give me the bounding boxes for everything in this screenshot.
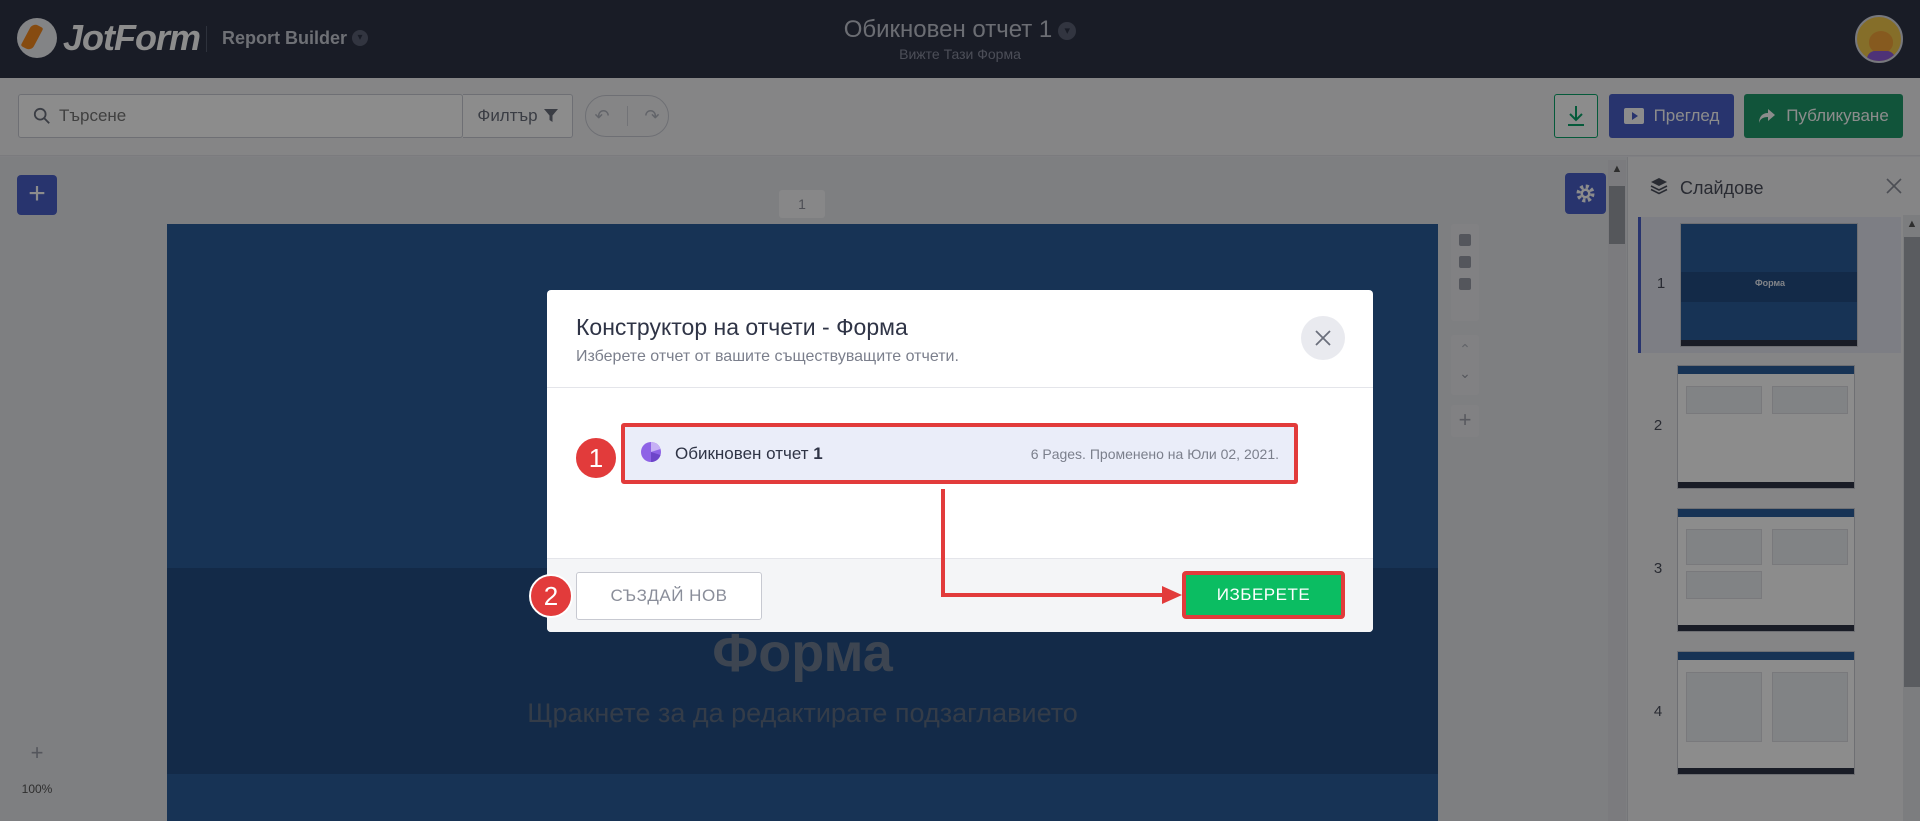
report-name-number: 1 <box>813 444 823 463</box>
modal-subtitle: Изберете отчет от вашите съществуващите … <box>576 348 959 365</box>
modal-footer: СЪЗДАЙ НОВ ИЗБЕРЕТЕ <box>547 558 1373 632</box>
select-report-modal: Конструктор на отчети - Форма Изберете о… <box>547 290 1373 632</box>
modal-close-button[interactable] <box>1301 316 1345 360</box>
step-badge-2: 2 <box>529 574 573 618</box>
select-button[interactable]: ИЗБЕРЕТЕ <box>1182 571 1345 619</box>
report-list-item[interactable]: Обикновен отчет 1 6 Pages. Променено на … <box>621 423 1298 484</box>
report-name: Обикновен отчет 1 <box>675 444 823 464</box>
create-new-button[interactable]: СЪЗДАЙ НОВ <box>576 572 762 620</box>
report-name-text: Обикновен отчет <box>675 444 809 463</box>
modal-title: Конструктор на отчети - Форма <box>576 314 908 340</box>
pie-chart-icon <box>641 442 661 462</box>
report-builder-app: JotForm Report Builder ▾ Обикновен отчет… <box>0 0 1920 821</box>
report-meta: 6 Pages. Променено на Юли 02, 2021. <box>1030 446 1279 462</box>
step-badge-1: 1 <box>574 436 618 480</box>
close-icon <box>1315 330 1331 346</box>
modal-header: Конструктор на отчети - Форма Изберете о… <box>547 290 1373 388</box>
modal-body: Обикновен отчет 1 6 Pages. Променено на … <box>547 388 1373 558</box>
